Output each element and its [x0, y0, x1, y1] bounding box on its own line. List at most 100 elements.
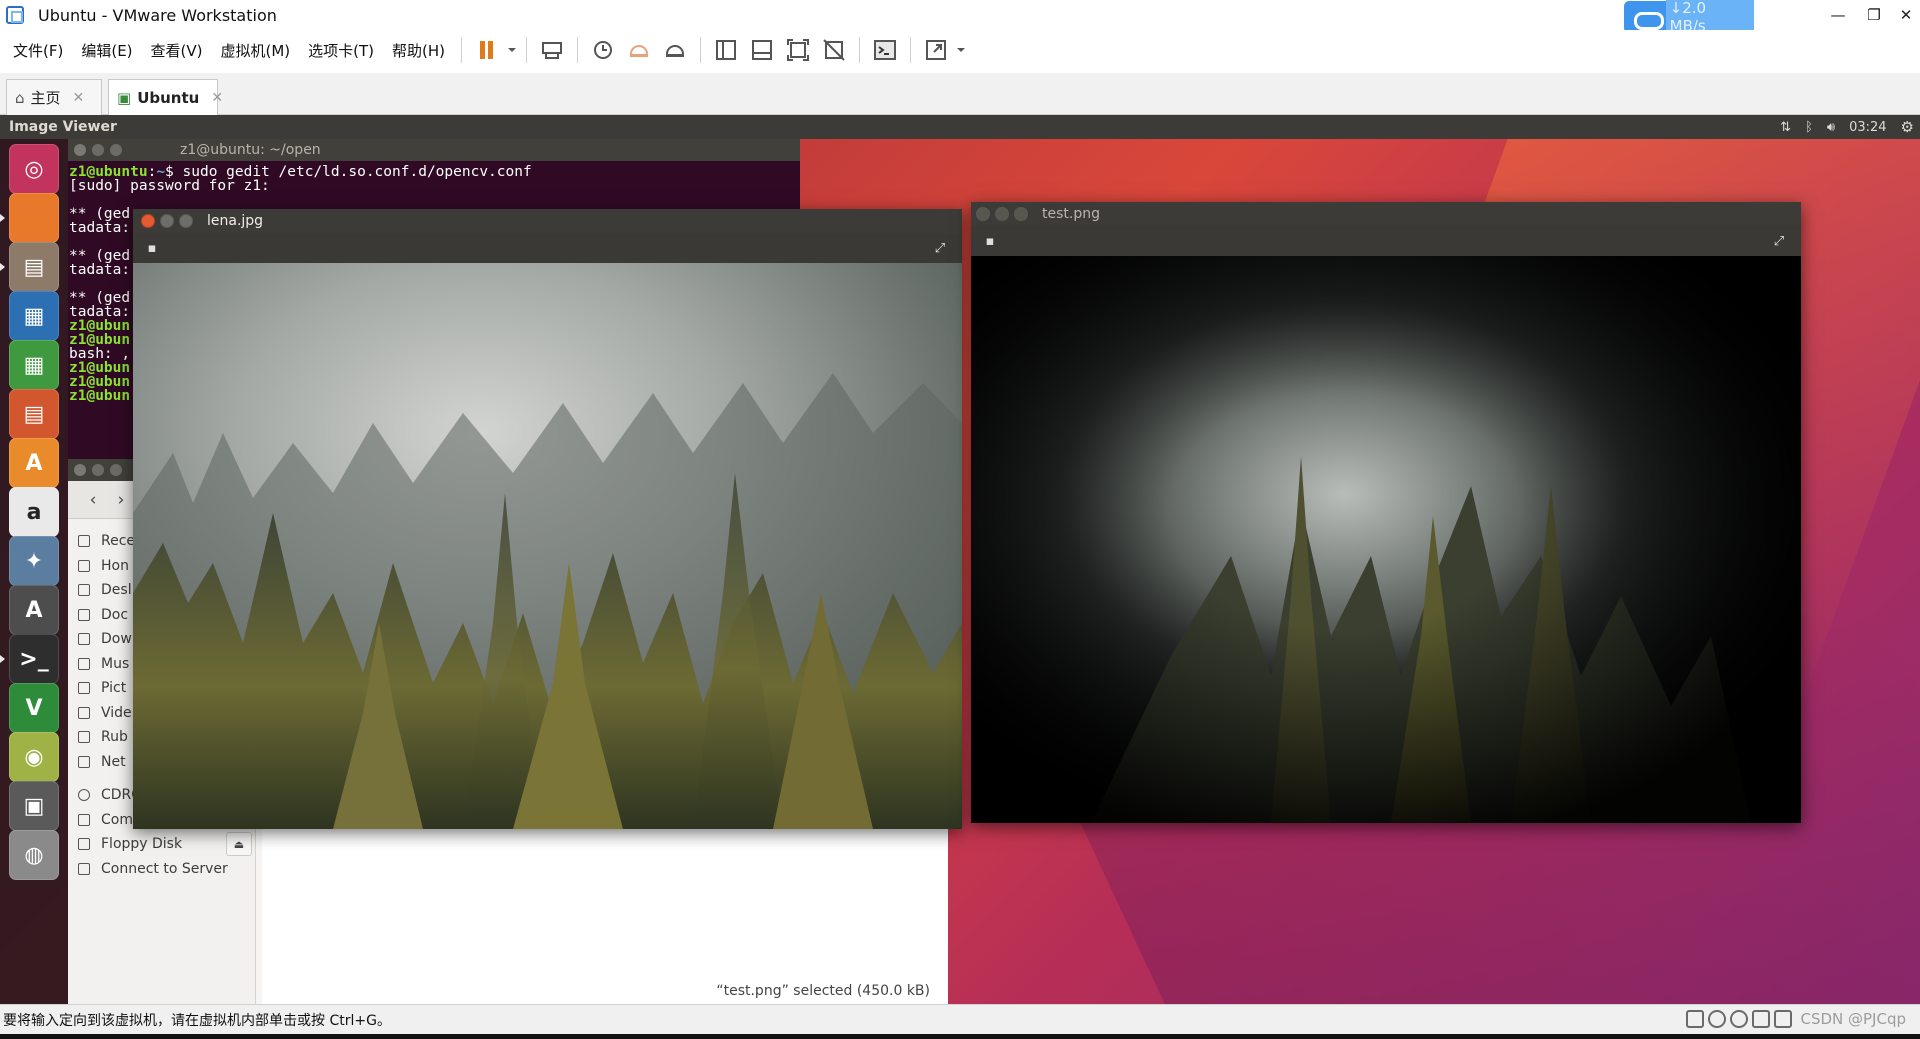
restore-button[interactable]: ❐	[1856, 3, 1892, 27]
volume-icon[interactable]: 🔊︎	[1827, 120, 1835, 135]
software-updater-icon[interactable]: A	[9, 585, 59, 635]
menu-help[interactable]: 帮助(H)	[383, 40, 454, 61]
menu-vm[interactable]: 虚拟机(M)	[212, 40, 300, 61]
menu-file[interactable]: 文件(F)	[4, 40, 72, 61]
network-transfer-icon[interactable]: ⇅	[1780, 120, 1791, 135]
test-image[interactable]	[971, 256, 1801, 823]
send-ctrl-alt-del-button[interactable]	[537, 35, 567, 65]
running-indicator	[0, 655, 5, 663]
fullscreen-icon[interactable]: ⤢	[932, 240, 948, 256]
cd-icon[interactable]	[1708, 1010, 1727, 1028]
file-manager-close-button[interactable]	[74, 464, 86, 476]
stretch-dropdown-button[interactable]	[954, 35, 968, 65]
floppy-icon[interactable]	[1752, 1010, 1771, 1028]
terminal-line: z1@ubuntu:~$ sudo gedit /etc/ld.so.conf.…	[69, 164, 532, 180]
guest-desktop[interactable]: Image Viewer ⇅ ᛒ 🔊︎ 03:24 ⚙ ◎ ▤ ▦ ▦ ▤ Aa ✦ A >_ V…	[0, 115, 1920, 1004]
lena-image[interactable]	[133, 263, 962, 829]
test-maximize-button[interactable]	[1014, 207, 1028, 221]
ubuntu-dash-icon[interactable]: ◎	[9, 144, 59, 194]
console-view-button[interactable]	[870, 35, 900, 65]
lena-minimize-button[interactable]	[160, 214, 174, 228]
file-manager-minimize-button[interactable]	[92, 464, 104, 476]
chevron-down-icon	[957, 48, 966, 52]
terminal-close-button[interactable]	[74, 144, 86, 156]
watermark: CSDN @PJCqp	[1800, 1010, 1906, 1028]
network-speed-badge[interactable]: ↓2.0 MB/s	[1624, 0, 1754, 37]
sidebar-place-label: Rece	[101, 533, 136, 549]
close-icon[interactable]: ✕	[211, 90, 223, 106]
terminal-minimize-button[interactable]	[92, 144, 104, 156]
network-icon	[78, 755, 90, 768]
tab-ubuntu[interactable]: ▣ Ubuntu ✕	[108, 79, 223, 115]
test-title: test.png	[1042, 206, 1100, 222]
unity-mode-button[interactable]	[819, 35, 849, 65]
window-title: Ubuntu - VMware Workstation	[38, 5, 277, 25]
file-manager-maximize-button[interactable]	[110, 464, 122, 476]
firefox-icon[interactable]	[9, 193, 59, 243]
thumbnail-view-button[interactable]	[747, 35, 777, 65]
test-toolbar: ▪ ⤢	[971, 226, 1801, 256]
revert-snapshot-button[interactable]	[624, 35, 654, 65]
menu-edit[interactable]: 编辑(E)	[72, 40, 141, 61]
back-button[interactable]: ‹	[82, 489, 104, 511]
gear-icon[interactable]: ⚙	[1901, 118, 1914, 136]
network-adapter-icon[interactable]	[1774, 1010, 1793, 1028]
active-app-name: Image Viewer	[9, 119, 117, 135]
tab-home-label: 主页	[30, 89, 61, 107]
close-button[interactable]: ✕	[1888, 3, 1920, 27]
toolbar-separator	[461, 37, 463, 63]
pause-dropdown-button[interactable]	[505, 35, 519, 65]
test-minimize-button[interactable]	[995, 207, 1009, 221]
lena-viewer-window[interactable]: lena.jpg ▪ ⤢	[133, 209, 962, 829]
music-icon	[78, 657, 90, 670]
close-icon[interactable]: ✕	[73, 90, 85, 106]
minimize-button[interactable]: —	[1820, 3, 1856, 27]
snapshot-manager-button[interactable]	[660, 35, 690, 65]
device-status-icons: CSDN @PJCqp	[1686, 1010, 1906, 1028]
eject-icon[interactable]: ⏏	[226, 832, 252, 856]
full-screen-button[interactable]	[783, 35, 813, 65]
clock[interactable]: 03:24	[1849, 120, 1886, 135]
floppy-icon[interactable]: ▣	[9, 781, 59, 831]
terminal-icon[interactable]: >_	[9, 634, 59, 684]
writer-icon[interactable]: ▦	[9, 291, 59, 341]
gallery-toggle-icon[interactable]: ▪	[144, 240, 160, 256]
calc-icon[interactable]: ▦	[9, 340, 59, 390]
terminal-text: tadata:	[69, 262, 131, 278]
library-view-button[interactable]	[711, 35, 741, 65]
sidebar-place-label: Doc	[101, 606, 129, 623]
tab-home[interactable]: ⌂ 主页 ✕	[6, 79, 102, 115]
amazon-icon[interactable]: a	[9, 487, 59, 537]
settings-icon[interactable]: ✦	[9, 536, 59, 586]
vmware-app-icon	[6, 6, 24, 24]
terminal-maximize-button[interactable]	[110, 144, 122, 156]
menu-view[interactable]: 查看(V)	[142, 40, 212, 61]
menu-tabs[interactable]: 选项卡(T)	[299, 40, 383, 61]
forward-button[interactable]: ›	[110, 489, 132, 511]
test-viewer-window[interactable]: test.png ▪ ⤢	[971, 202, 1801, 823]
fullscreen-icon[interactable]: ⤢	[1771, 233, 1787, 249]
software-center-icon[interactable]: A	[9, 438, 59, 488]
sidebar-place-label: Vide	[101, 704, 132, 721]
pause-icon	[480, 41, 494, 59]
terminal-prompt: z1@ubun	[69, 388, 131, 404]
bluetooth-icon[interactable]: ᛒ	[1805, 120, 1813, 135]
files-icon[interactable]: ▤	[9, 242, 59, 292]
test-close-button[interactable]	[976, 207, 990, 221]
selection-status: “test.png” selected (450.0 kB)	[716, 983, 930, 999]
sidebar-device-item[interactable]: Connect to Server	[78, 857, 254, 881]
cd-icon[interactable]	[1730, 1010, 1749, 1028]
lena-close-button[interactable]	[141, 214, 155, 228]
impress-icon[interactable]: ▤	[9, 389, 59, 439]
vim-icon[interactable]: V	[9, 683, 59, 733]
hard-disk-icon[interactable]	[1686, 1010, 1705, 1028]
dvd-icon[interactable]: ◍	[9, 830, 59, 880]
test-viewer-titlebar: test.png	[971, 202, 1801, 226]
terminal-title: z1@ubuntu: ~/open	[180, 142, 321, 158]
stretch-guest-button[interactable]	[921, 35, 951, 65]
image-viewer-icon[interactable]: ◉	[9, 732, 59, 782]
lena-maximize-button[interactable]	[179, 214, 193, 228]
pause-vm-button[interactable]	[472, 35, 502, 65]
snapshot-button[interactable]	[588, 35, 618, 65]
gallery-toggle-icon[interactable]: ▪	[982, 233, 998, 249]
